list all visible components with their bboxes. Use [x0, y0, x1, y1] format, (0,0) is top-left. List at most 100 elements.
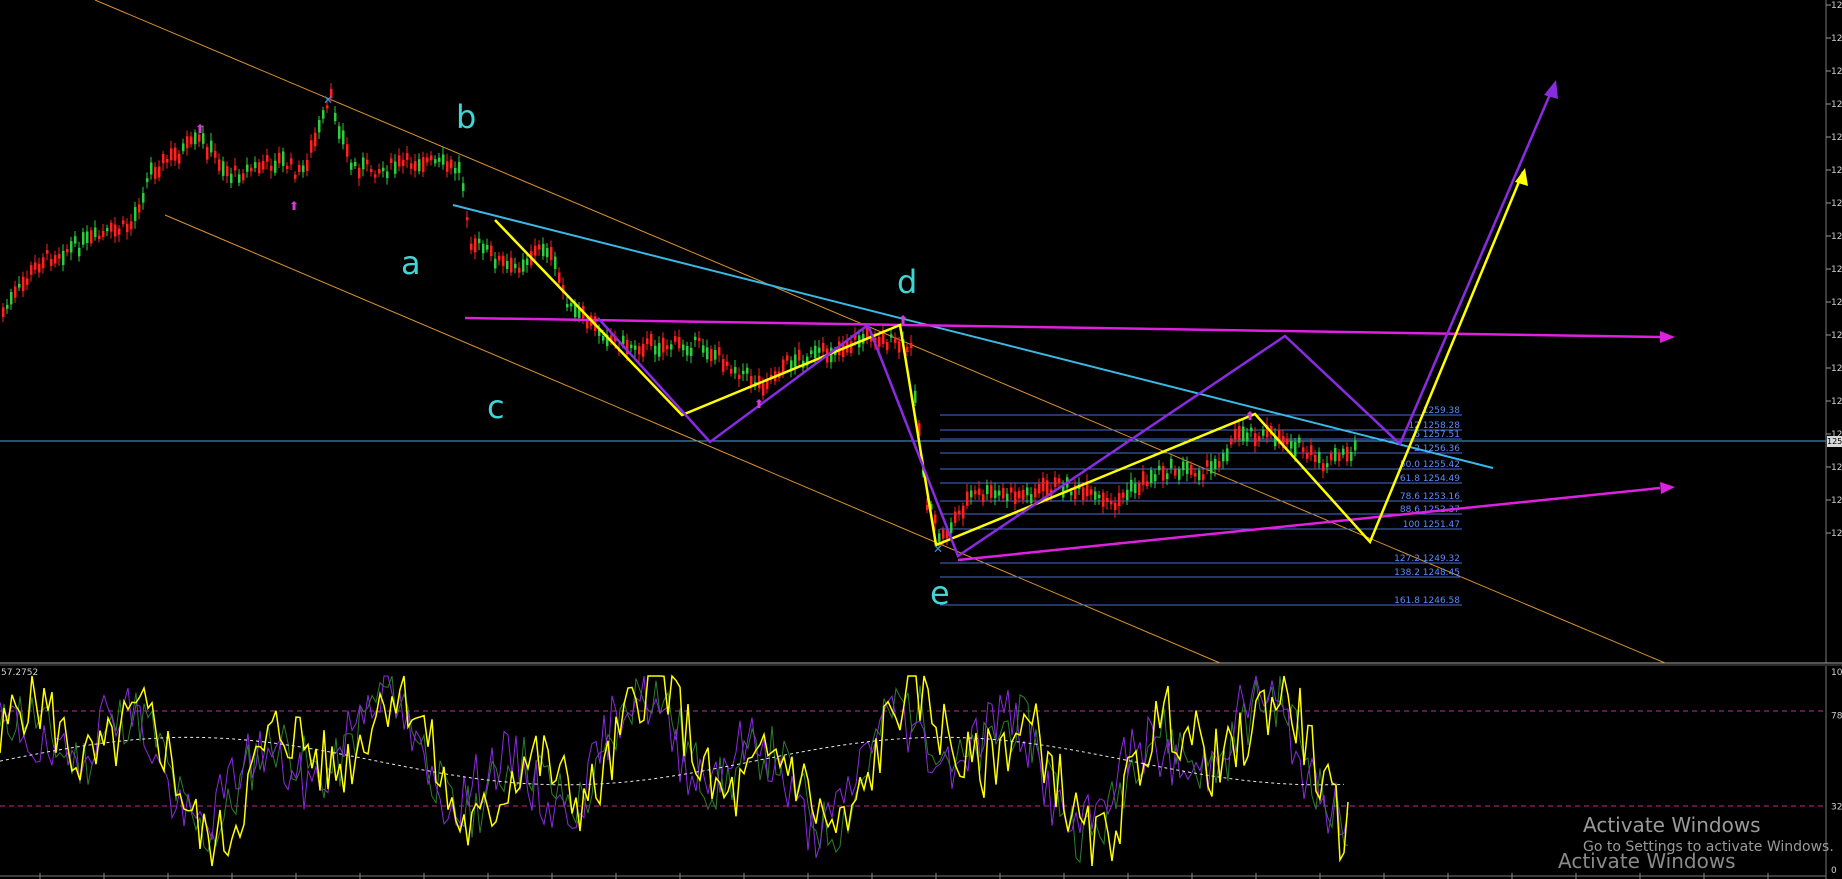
oscillator-axis-label: 78	[1831, 712, 1842, 722]
candle-body	[554, 256, 557, 269]
candle-body	[650, 333, 653, 346]
candle-body	[46, 250, 49, 254]
candle-body	[698, 337, 701, 342]
candle-body	[658, 343, 661, 357]
candle-body	[1166, 473, 1169, 480]
candle-body	[1302, 447, 1305, 452]
candle-body	[1170, 458, 1173, 469]
candle-body	[730, 368, 733, 374]
candle-body	[254, 162, 257, 169]
candle-body	[1330, 453, 1333, 461]
candle-body	[638, 346, 641, 355]
candle-body	[2, 307, 5, 317]
candle-body	[998, 490, 1001, 496]
candle-body	[518, 267, 521, 273]
candle-body	[978, 488, 981, 495]
candle-body	[910, 342, 913, 349]
candle-body	[1294, 441, 1297, 457]
price-axis-label: 124	[1831, 463, 1842, 473]
candle-body	[1234, 428, 1237, 440]
candle-body	[1218, 461, 1221, 468]
candle-body	[450, 159, 453, 169]
candle-body	[602, 336, 605, 341]
candle-body	[1306, 452, 1309, 459]
candle-body	[1154, 474, 1157, 482]
candle-body	[538, 244, 541, 250]
candle-body	[670, 344, 673, 350]
candle-body	[490, 245, 493, 257]
candle-body	[1138, 483, 1141, 496]
candle-body	[1178, 469, 1181, 480]
candle-body	[230, 173, 233, 184]
candle-body	[350, 162, 353, 170]
oscillator-axis-label: 32	[1831, 803, 1842, 813]
candle-body	[642, 343, 645, 357]
candle-body	[94, 227, 97, 238]
candle-body	[166, 158, 169, 163]
candle-body	[1130, 479, 1133, 492]
candle-body	[262, 160, 265, 170]
candle-body	[190, 136, 193, 145]
candle-body	[994, 490, 997, 499]
price-chart[interactable]: 128 128 127 127 127 127 126 126 126 126 125 125 125 1…	[0, 0, 1842, 879]
candle-body	[1250, 427, 1253, 432]
candle-body	[1346, 446, 1349, 462]
candle-body	[1162, 465, 1165, 481]
candle-body	[434, 159, 437, 164]
candle-body	[118, 228, 121, 235]
candle-body	[214, 150, 217, 158]
candle-body	[290, 158, 293, 165]
candle-body	[974, 490, 977, 495]
candle-body	[742, 370, 745, 375]
candle-body	[458, 162, 461, 173]
candle-body	[106, 228, 109, 232]
candle-body	[154, 167, 157, 179]
candle-body	[1150, 470, 1153, 483]
candle-body	[390, 158, 393, 163]
candle-body	[526, 258, 529, 265]
candle-body	[286, 165, 289, 169]
candle-body	[210, 140, 213, 153]
candle-body	[282, 151, 285, 166]
candle-body	[822, 342, 825, 352]
price-axis-label: 125	[1831, 364, 1842, 374]
candle-body	[990, 485, 993, 498]
wave-label-a: a	[401, 244, 421, 282]
candle-body	[422, 157, 425, 172]
candle-body	[550, 247, 553, 261]
candle-body	[38, 263, 41, 273]
candle-body	[1010, 487, 1013, 493]
candle-body	[338, 126, 341, 139]
candle-body	[1070, 491, 1073, 496]
candle-body	[894, 336, 897, 343]
price-axis-label: 125	[1831, 331, 1842, 341]
price-axis-label: 127	[1831, 133, 1842, 143]
candle-body	[1314, 454, 1317, 463]
svg-text:✕: ✕	[323, 93, 333, 107]
candle-body	[1334, 447, 1337, 462]
fib-level-label: 78.6 1253.16	[1400, 492, 1460, 502]
candle-body	[158, 166, 161, 178]
candle-body	[394, 161, 397, 174]
price-axis-label: 125	[1831, 397, 1842, 407]
candle-body	[1310, 445, 1313, 455]
fib-level-label: 50.0 1255.42	[1400, 460, 1460, 470]
candle-body	[462, 183, 465, 191]
candle-body	[206, 146, 209, 160]
candle-body	[366, 159, 369, 165]
candle-body	[446, 161, 449, 172]
candle-body	[722, 359, 725, 372]
candle-body	[1190, 464, 1193, 475]
candle-body	[170, 148, 173, 161]
candle-body	[534, 245, 537, 256]
candle-body	[986, 485, 989, 495]
candle-body	[1106, 497, 1109, 503]
candle-body	[310, 140, 313, 153]
candle-body	[1290, 441, 1293, 449]
candle-body	[1122, 492, 1125, 498]
candle-body	[426, 157, 429, 163]
candle-body	[634, 345, 637, 350]
candle-body	[398, 155, 401, 167]
wave-label-b: b	[456, 98, 476, 136]
candle-body	[346, 144, 349, 157]
